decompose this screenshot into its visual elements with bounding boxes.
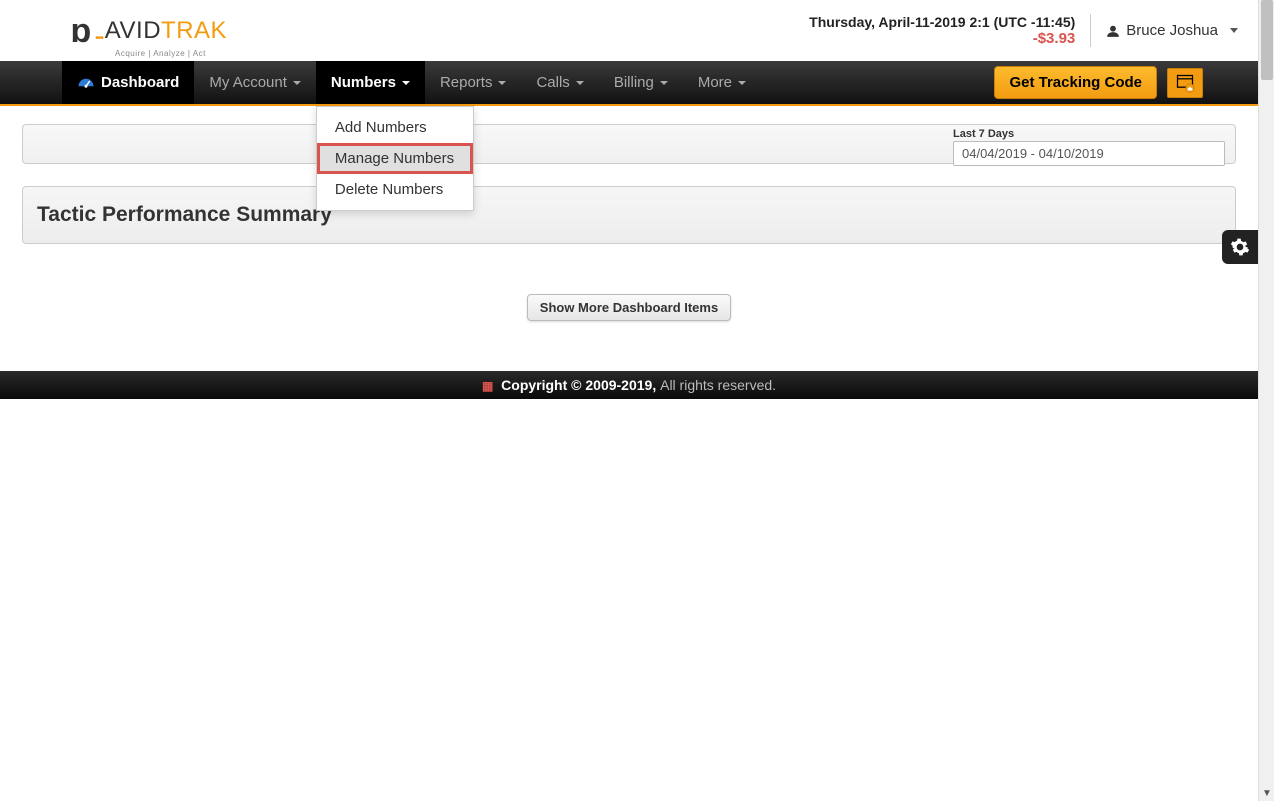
- nav-more-label: More: [698, 74, 732, 91]
- filter-panel: Last 7 Days: [22, 124, 1236, 164]
- datetime-block: Thursday, April-11-2019 2:1 (UTC -11:45)…: [809, 14, 1091, 47]
- show-more-button[interactable]: Show More Dashboard Items: [527, 294, 731, 321]
- dashboard-icon: [77, 77, 95, 89]
- footer-rights: All rights reserved.: [660, 377, 776, 393]
- user-menu[interactable]: Bruce Joshua: [1091, 22, 1238, 39]
- scroll-down-icon[interactable]: ▼: [1259, 785, 1274, 801]
- caret-down-icon: [402, 81, 410, 85]
- home-icon: [1173, 73, 1197, 93]
- caret-down-icon: [1230, 28, 1238, 33]
- footer: ▦ Copyright © 2009-2019, All rights rese…: [0, 371, 1258, 399]
- nav-billing[interactable]: Billing: [599, 61, 683, 104]
- caret-down-icon: [498, 81, 506, 85]
- show-more-area: Show More Dashboard Items: [22, 294, 1236, 321]
- scrollbar-thumb[interactable]: [1261, 0, 1273, 80]
- nav-calls[interactable]: Calls: [521, 61, 598, 104]
- header: ɑ ••• AVIDTRAK Acquire | Analyze | Act T…: [0, 0, 1258, 61]
- caret-down-icon: [738, 81, 746, 85]
- numbers-dropdown: Add Numbers Manage Numbers Delete Number…: [316, 106, 474, 211]
- nav-reports[interactable]: Reports: [425, 61, 522, 104]
- nav-numbers-label: Numbers: [331, 74, 396, 91]
- date-range-label: Last 7 Days: [953, 128, 1225, 140]
- nav-reports-label: Reports: [440, 74, 493, 91]
- dropdown-manage-numbers[interactable]: Manage Numbers: [317, 143, 473, 174]
- caret-down-icon: [293, 81, 301, 85]
- logo-glyph: ɑ: [70, 14, 91, 48]
- dropdown-delete-numbers[interactable]: Delete Numbers: [317, 174, 473, 205]
- logo-dots: •••: [95, 33, 103, 44]
- navbar: Dashboard My Account Numbers Add Numbers…: [0, 61, 1258, 106]
- caret-down-icon: [660, 81, 668, 85]
- user-name-label: Bruce Joshua: [1126, 22, 1218, 39]
- settings-fab[interactable]: [1222, 230, 1258, 264]
- logo[interactable]: ɑ ••• AVIDTRAK Acquire | Analyze | Act: [70, 14, 227, 48]
- dropdown-add-numbers[interactable]: Add Numbers: [317, 112, 473, 143]
- date-range-input[interactable]: [953, 141, 1225, 166]
- home-shortcut-button[interactable]: [1167, 68, 1203, 98]
- logo-text-avid: AVID: [105, 17, 161, 45]
- summary-title: Tactic Performance Summary: [37, 203, 1221, 227]
- nav-my-account-label: My Account: [209, 74, 287, 91]
- nav-more[interactable]: More: [683, 61, 761, 104]
- user-icon: [1106, 24, 1120, 38]
- logo-tagline: Acquire | Analyze | Act: [115, 49, 206, 58]
- gear-icon: [1230, 237, 1250, 257]
- nav-dashboard[interactable]: Dashboard: [62, 61, 194, 104]
- vertical-scrollbar[interactable]: ▲ ▼: [1258, 0, 1274, 801]
- nav-calls-label: Calls: [536, 74, 569, 91]
- logo-text-trak: TRAK: [161, 17, 227, 45]
- footer-copyright: Copyright © 2009-2019,: [501, 377, 656, 393]
- nav-my-account[interactable]: My Account: [194, 61, 316, 104]
- get-tracking-code-button[interactable]: Get Tracking Code: [994, 66, 1157, 99]
- nav-billing-label: Billing: [614, 74, 654, 91]
- nav-dashboard-label: Dashboard: [101, 74, 179, 91]
- summary-panel: Tactic Performance Summary: [22, 186, 1236, 244]
- grid-icon: ▦: [482, 379, 493, 393]
- datetime-text: Thursday, April-11-2019 2:1 (UTC -11:45): [809, 14, 1075, 30]
- nav-numbers[interactable]: Numbers Add Numbers Manage Numbers Delet…: [316, 61, 425, 104]
- caret-down-icon: [576, 81, 584, 85]
- content-area: Last 7 Days Tactic Performance Summary S…: [0, 106, 1258, 321]
- balance-text: -$3.93: [809, 30, 1075, 47]
